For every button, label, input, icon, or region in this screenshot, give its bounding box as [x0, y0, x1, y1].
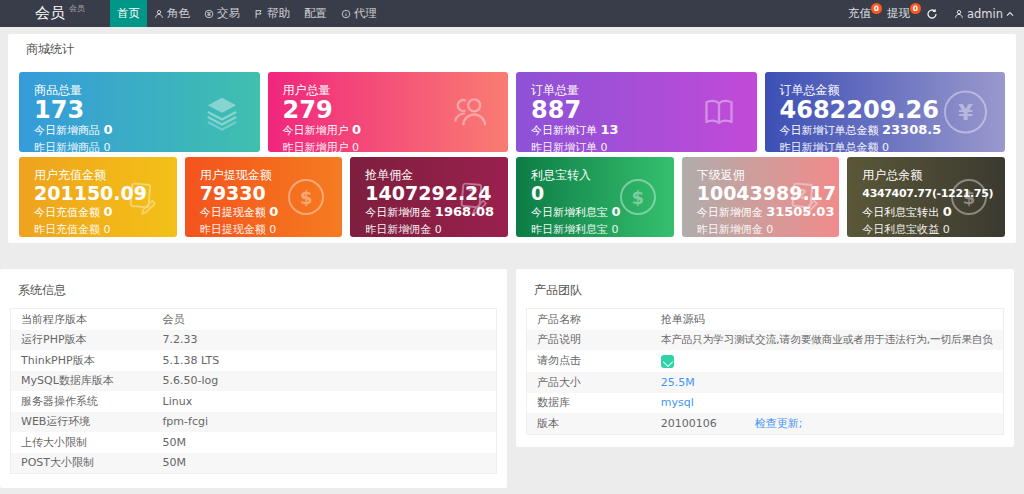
- green-pencil-icon[interactable]: [661, 355, 674, 368]
- table-row: POST大小限制50M: [11, 453, 497, 474]
- stat-card-sub-rebate: 下级返佣 10043989.17 今日新增佣金 31505.03 昨日新增佣金 …: [682, 157, 840, 237]
- table-row: WEB运行环境fpm-fcgi: [11, 412, 497, 433]
- table-row: 上传大小限制50M: [11, 432, 497, 453]
- refresh-icon: [926, 8, 938, 20]
- doc-question-icon: ?: [123, 179, 159, 215]
- table-row: 运行PHP版本7.2.33: [11, 330, 497, 351]
- table-row: 产品大小25.5M: [527, 372, 1004, 393]
- navbar-right: 充值0 提现0 admin: [840, 0, 1024, 27]
- chevron-up-icon: [1006, 11, 1014, 17]
- table-row: 产品名称抢单源码: [527, 309, 1004, 330]
- stat-card-interest-in: 利息宝转入 0 今日新增利息宝 0 昨日新增利息宝 0 $: [516, 157, 674, 237]
- stat-card-withdraw-amount: 用户提现金额 79330 今日提现金额 0 昨日提现金额 0 $: [185, 157, 343, 237]
- stat-card-order-commission: 抢单佣金 1407292.24 今日新增佣金 1968.08 昨日新增佣金 0 …: [350, 157, 508, 237]
- withdraw-button[interactable]: 提现0: [879, 0, 918, 27]
- main-menu: 首页 角色 交易 帮助 配置 代理: [110, 0, 384, 27]
- nav-item-config[interactable]: 配置: [297, 0, 334, 27]
- yen-circle-icon: ¥: [944, 91, 987, 134]
- stat-card-goods-total: 商品总量 173 今日新增商品 0 昨日新增商品 0: [19, 72, 260, 152]
- database-link[interactable]: mysql: [661, 396, 694, 409]
- flag-icon: [254, 9, 264, 19]
- stat-card-orders-total: 订单总量 887 今日新增订单 13 昨日新增订单 0: [516, 72, 757, 152]
- brand-text: 会员: [35, 4, 65, 23]
- transaction-icon: [204, 9, 214, 19]
- doc-question-icon: ?: [454, 179, 490, 215]
- book-icon: [699, 92, 739, 132]
- recharge-button[interactable]: 充值0: [840, 0, 879, 27]
- top-navbar: 会员会员 首页 角色 交易 帮助 配置 代理 充值0 提现0 admin: [0, 0, 1024, 27]
- dollar-circle-icon: $: [620, 179, 656, 215]
- stat-card-recharge-amount: 用户充值金额 201150.09 今日充值金额 0 昨日充值金额 0 ?: [19, 157, 177, 237]
- brand-sup: 会员: [69, 3, 85, 14]
- system-info-panel: 系统信息 当前程序版本会员 运行PHP版本7.2.33 ThinkPHP版本5.…: [0, 269, 507, 488]
- bottom-panels: 系统信息 当前程序版本会员 运行PHP版本7.2.33 ThinkPHP版本5.…: [0, 269, 1024, 488]
- table-row: MySQL数据库版本5.6.50-log: [11, 371, 497, 392]
- user-icon: [954, 9, 964, 19]
- doc-question-icon: ?: [785, 179, 821, 215]
- user-icon: [154, 9, 164, 19]
- system-info-table: 当前程序版本会员 运行PHP版本7.2.33 ThinkPHP版本5.1.38 …: [10, 308, 497, 474]
- stat-card-user-balance: 用户总余额 4347407.77(-1221.75) 今日利息宝转出 0 今日利…: [847, 157, 1005, 237]
- stats-cards-row1: 商品总量 173 今日新增商品 0 昨日新增商品 0 用户总量 279 今日新增…: [8, 72, 1016, 152]
- user-menu[interactable]: admin: [946, 0, 1022, 27]
- nav-item-help[interactable]: 帮助: [247, 0, 297, 27]
- product-team-table: 产品名称抢单源码 产品说明本产品只为学习测试交流,请勿要做商业或者用于违法行为,…: [526, 308, 1004, 435]
- product-team-title: 产品团队: [516, 269, 1014, 308]
- table-row: 版本20100106检查更新;: [527, 413, 1004, 434]
- layers-icon: [202, 92, 242, 132]
- table-row: ThinkPHP版本5.1.38 LTS: [11, 350, 497, 371]
- check-update-link[interactable]: 检查更新;: [755, 417, 803, 430]
- table-row: 数据库mysql: [527, 393, 1004, 414]
- stats-cards-row2: 用户充值金额 201150.09 今日充值金额 0 昨日充值金额 0 ? 用户提…: [8, 157, 1016, 237]
- stats-panel: 商城统计 商品总量 173 今日新增商品 0 昨日新增商品 0 用户总量 279…: [8, 34, 1016, 243]
- svg-text:?: ?: [799, 186, 807, 202]
- nav-item-trade[interactable]: 交易: [197, 0, 247, 27]
- svg-text:?: ?: [468, 186, 476, 202]
- table-row: 请勿点击: [527, 350, 1004, 372]
- nav-item-agent[interactable]: 代理: [334, 0, 384, 27]
- main-content: 商城统计 商品总量 173 今日新增商品 0 昨日新增商品 0 用户总量 279…: [0, 34, 1024, 488]
- product-size-link[interactable]: 25.5M: [661, 376, 695, 389]
- stat-card-users-total: 用户总量 279 今日新增用户 0 昨日新增用户 0: [268, 72, 509, 152]
- nav-item-home[interactable]: 首页: [110, 0, 147, 27]
- table-row: 产品说明本产品只为学习测试交流,请勿要做商业或者用于违法行为,一切后果自负: [527, 330, 1004, 351]
- nav-item-roles[interactable]: 角色: [147, 0, 197, 27]
- dollar-circle-icon: $: [288, 179, 324, 215]
- svg-text:?: ?: [136, 186, 144, 202]
- brand-logo[interactable]: 会员会员: [0, 0, 85, 27]
- users-icon: [450, 92, 490, 132]
- stats-panel-title: 商城统计: [8, 34, 1016, 65]
- stat-card-order-amount: 订单总金额 4682209.26 今日新增订单总金额 23308.5 昨日新增订…: [765, 72, 1006, 152]
- system-info-title: 系统信息: [0, 269, 507, 308]
- table-row: 服务器操作系统Linux: [11, 391, 497, 412]
- dollar-circle-icon: $: [951, 179, 987, 215]
- refresh-button[interactable]: [918, 0, 946, 27]
- table-row: 当前程序版本会员: [11, 309, 497, 330]
- product-team-panel: 产品团队 产品名称抢单源码 产品说明本产品只为学习测试交流,请勿要做商业或者用于…: [516, 269, 1014, 447]
- info-circle-icon: [341, 9, 351, 19]
